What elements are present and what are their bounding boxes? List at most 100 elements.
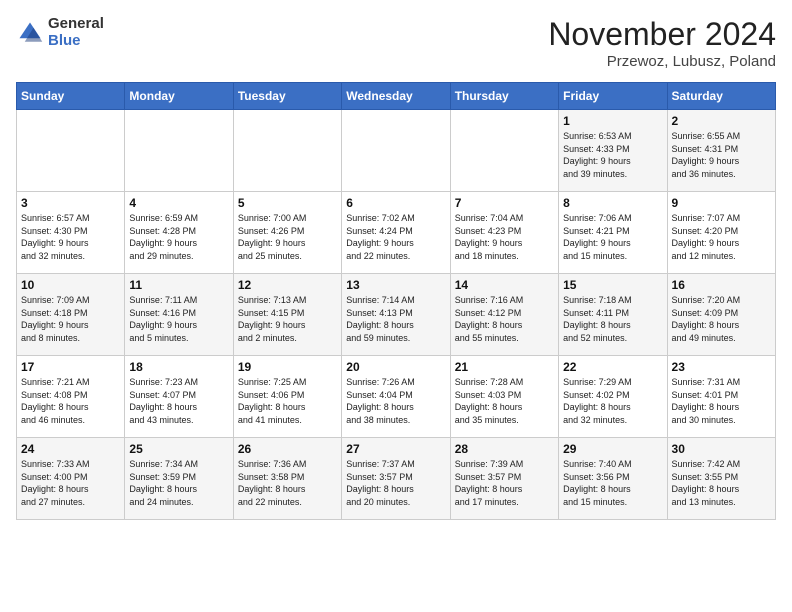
calendar-cell: 5 Sunrise: 7:00 AM Sunset: 4:26 PM Daylig… [233, 192, 341, 274]
day-info: Sunrise: 7:25 AM Sunset: 4:06 PM Dayligh… [238, 376, 337, 426]
day-number: 11 [129, 278, 228, 292]
calendar-cell: 15Sunrise: 7:18 AM Sunset: 4:11 PM Dayli… [559, 274, 667, 356]
day-number: 23 [672, 360, 771, 374]
calendar-cell [125, 110, 233, 192]
weekday-header-wednesday: Wednesday [342, 83, 450, 110]
logo-icon [16, 19, 44, 47]
day-info: Sunrise: 7:26 AM Sunset: 4:04 PM Dayligh… [346, 376, 445, 426]
weekday-header-monday: Monday [125, 83, 233, 110]
day-number: 27 [346, 442, 445, 456]
calendar-cell: 28 Sunrise: 7:39 AM Sunset: 3:57 PM Dayli… [450, 438, 558, 520]
calendar-cell: 26Sunrise: 7:36 AM Sunset: 3:58 PM Dayli… [233, 438, 341, 520]
weekday-header-row: SundayMondayTuesdayWednesdayThursdayFrid… [17, 83, 776, 110]
day-info: Sunrise: 7:42 AM Sunset: 3:55 PM Dayligh… [672, 458, 771, 508]
calendar-cell [233, 110, 341, 192]
day-info: Sunrise: 7:00 AM Sunset: 4:26 PM Dayligh… [238, 212, 337, 262]
calendar-body: 1 Sunrise: 6:53 AM Sunset: 4:33 PM Daylig… [17, 110, 776, 520]
calendar-cell: 16Sunrise: 7:20 AM Sunset: 4:09 PM Dayli… [667, 274, 775, 356]
day-info: Sunrise: 7:06 AM Sunset: 4:21 PM Dayligh… [563, 212, 662, 262]
day-info: Sunrise: 7:07 AM Sunset: 4:20 PM Dayligh… [672, 212, 771, 262]
day-info: Sunrise: 7:09 AM Sunset: 4:18 PM Dayligh… [21, 294, 120, 344]
day-info: Sunrise: 7:39 AM Sunset: 3:57 PM Dayligh… [455, 458, 554, 508]
day-info: Sunrise: 6:59 AM Sunset: 4:28 PM Dayligh… [129, 212, 228, 262]
day-info: Sunrise: 7:02 AM Sunset: 4:24 PM Dayligh… [346, 212, 445, 262]
calendar-cell: 3Sunrise: 6:57 AM Sunset: 4:30 PM Daylig… [17, 192, 125, 274]
calendar-cell: 7 Sunrise: 7:04 AM Sunset: 4:23 PM Daylig… [450, 192, 558, 274]
day-info: Sunrise: 7:33 AM Sunset: 4:00 PM Dayligh… [21, 458, 120, 508]
calendar-cell: 14Sunrise: 7:16 AM Sunset: 4:12 PM Dayli… [450, 274, 558, 356]
calendar-week-2: 3Sunrise: 6:57 AM Sunset: 4:30 PM Daylig… [17, 192, 776, 274]
calendar-cell: 21Sunrise: 7:28 AM Sunset: 4:03 PM Dayli… [450, 356, 558, 438]
weekday-header-friday: Friday [559, 83, 667, 110]
day-number: 1 [563, 114, 662, 128]
weekday-header-tuesday: Tuesday [233, 83, 341, 110]
month-title: November 2024 [548, 16, 776, 53]
calendar-week-3: 10 Sunrise: 7:09 AM Sunset: 4:18 PM Dayli… [17, 274, 776, 356]
calendar-cell: 10 Sunrise: 7:09 AM Sunset: 4:18 PM Dayli… [17, 274, 125, 356]
day-number: 10 [21, 278, 120, 292]
calendar-cell: 9 Sunrise: 7:07 AM Sunset: 4:20 PM Daylig… [667, 192, 775, 274]
calendar-cell: 22 Sunrise: 7:29 AM Sunset: 4:02 PM Dayli… [559, 356, 667, 438]
day-info: Sunrise: 7:29 AM Sunset: 4:02 PM Dayligh… [563, 376, 662, 426]
day-info: Sunrise: 7:04 AM Sunset: 4:23 PM Dayligh… [455, 212, 554, 262]
calendar-cell: 12 Sunrise: 7:13 AM Sunset: 4:15 PM Dayli… [233, 274, 341, 356]
day-info: Sunrise: 6:53 AM Sunset: 4:33 PM Dayligh… [563, 130, 662, 180]
calendar-cell: 19 Sunrise: 7:25 AM Sunset: 4:06 PM Dayli… [233, 356, 341, 438]
day-number: 20 [346, 360, 445, 374]
day-info: Sunrise: 7:14 AM Sunset: 4:13 PM Dayligh… [346, 294, 445, 344]
day-number: 14 [455, 278, 554, 292]
calendar-cell: 6 Sunrise: 7:02 AM Sunset: 4:24 PM Daylig… [342, 192, 450, 274]
calendar-cell: 24 Sunrise: 7:33 AM Sunset: 4:00 PM Dayli… [17, 438, 125, 520]
calendar-cell: 30 Sunrise: 7:42 AM Sunset: 3:55 PM Dayli… [667, 438, 775, 520]
day-number: 7 [455, 196, 554, 210]
weekday-header-thursday: Thursday [450, 83, 558, 110]
day-number: 13 [346, 278, 445, 292]
title-block: November 2024 Przewoz, Lubusz, Poland [548, 16, 776, 70]
day-info: Sunrise: 7:37 AM Sunset: 3:57 PM Dayligh… [346, 458, 445, 508]
calendar-cell: 17Sunrise: 7:21 AM Sunset: 4:08 PM Dayli… [17, 356, 125, 438]
day-number: 16 [672, 278, 771, 292]
day-number: 30 [672, 442, 771, 456]
day-number: 24 [21, 442, 120, 456]
day-number: 5 [238, 196, 337, 210]
calendar-cell: 20 Sunrise: 7:26 AM Sunset: 4:04 PM Dayli… [342, 356, 450, 438]
day-info: Sunrise: 7:34 AM Sunset: 3:59 PM Dayligh… [129, 458, 228, 508]
calendar-cell: 11 Sunrise: 7:11 AM Sunset: 4:16 PM Dayli… [125, 274, 233, 356]
calendar-cell: 27 Sunrise: 7:37 AM Sunset: 3:57 PM Dayli… [342, 438, 450, 520]
calendar-cell: 8Sunrise: 7:06 AM Sunset: 4:21 PM Daylig… [559, 192, 667, 274]
day-info: Sunrise: 7:36 AM Sunset: 3:58 PM Dayligh… [238, 458, 337, 508]
day-info: Sunrise: 7:13 AM Sunset: 4:15 PM Dayligh… [238, 294, 337, 344]
calendar-cell: 23 Sunrise: 7:31 AM Sunset: 4:01 PM Dayli… [667, 356, 775, 438]
calendar-cell: 18 Sunrise: 7:23 AM Sunset: 4:07 PM Dayli… [125, 356, 233, 438]
calendar-cell: 1 Sunrise: 6:53 AM Sunset: 4:33 PM Daylig… [559, 110, 667, 192]
calendar-cell [17, 110, 125, 192]
day-number: 29 [563, 442, 662, 456]
day-number: 22 [563, 360, 662, 374]
calendar-table: SundayMondayTuesdayWednesdayThursdayFrid… [16, 82, 776, 520]
page-header: General Blue November 2024 Przewoz, Lubu… [16, 16, 776, 70]
calendar-cell [342, 110, 450, 192]
calendar-week-4: 17Sunrise: 7:21 AM Sunset: 4:08 PM Dayli… [17, 356, 776, 438]
calendar-week-5: 24 Sunrise: 7:33 AM Sunset: 4:00 PM Dayli… [17, 438, 776, 520]
day-number: 12 [238, 278, 337, 292]
day-number: 4 [129, 196, 228, 210]
day-info: Sunrise: 7:11 AM Sunset: 4:16 PM Dayligh… [129, 294, 228, 344]
day-number: 19 [238, 360, 337, 374]
logo-text: General Blue [48, 16, 104, 49]
calendar-cell: 2Sunrise: 6:55 AM Sunset: 4:31 PM Daylig… [667, 110, 775, 192]
day-info: Sunrise: 7:31 AM Sunset: 4:01 PM Dayligh… [672, 376, 771, 426]
calendar-cell: 4 Sunrise: 6:59 AM Sunset: 4:28 PM Daylig… [125, 192, 233, 274]
day-info: Sunrise: 7:40 AM Sunset: 3:56 PM Dayligh… [563, 458, 662, 508]
calendar-cell [450, 110, 558, 192]
day-number: 9 [672, 196, 771, 210]
day-number: 28 [455, 442, 554, 456]
day-info: Sunrise: 7:21 AM Sunset: 4:08 PM Dayligh… [21, 376, 120, 426]
day-number: 2 [672, 114, 771, 128]
logo: General Blue [16, 16, 104, 49]
day-number: 18 [129, 360, 228, 374]
logo-blue-text: Blue [48, 33, 104, 50]
day-number: 6 [346, 196, 445, 210]
day-info: Sunrise: 7:23 AM Sunset: 4:07 PM Dayligh… [129, 376, 228, 426]
day-info: Sunrise: 7:28 AM Sunset: 4:03 PM Dayligh… [455, 376, 554, 426]
day-info: Sunrise: 7:18 AM Sunset: 4:11 PM Dayligh… [563, 294, 662, 344]
